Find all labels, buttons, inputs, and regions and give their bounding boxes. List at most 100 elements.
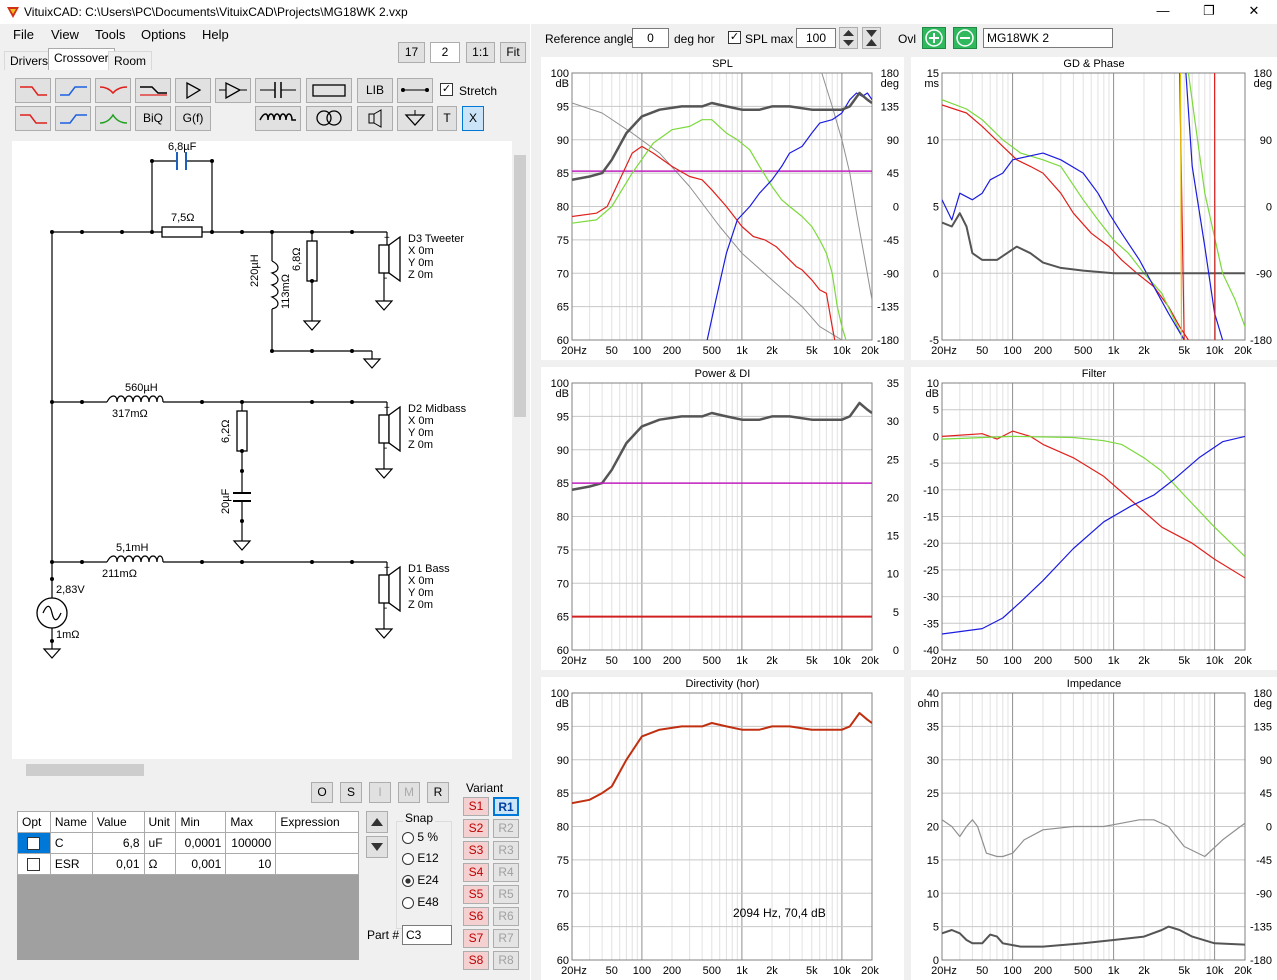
menu-options[interactable]: Options [141,27,186,42]
shelf-icon[interactable] [135,78,171,103]
spl-chart[interactable]: SPL 100 95 90 85 80 75 70 65 60 dB 180 135 90 45 0 -45 -9… [541,57,904,360]
minimize-button[interactable]: — [1140,0,1186,24]
inductor-icon[interactable] [255,106,301,131]
transformer-icon[interactable] [306,106,352,131]
schematic-vertical-scrollbar[interactable] [512,141,528,761]
lowpass-icon[interactable] [15,78,51,103]
name-cell[interactable]: ESR [49,853,93,875]
driver-icon[interactable] [357,106,393,131]
variant-s5-button[interactable]: S5 [463,885,489,904]
snap-e12-radio[interactable]: E12 [402,851,439,865]
menu-file[interactable]: File [13,27,34,42]
opt-checkbox[interactable] [17,832,51,854]
ground-icon[interactable] [397,106,433,131]
dir-xtick: 2k [766,965,778,977]
wire-icon[interactable] [397,78,433,103]
variant-s3-button[interactable]: S3 [463,841,489,860]
x-button[interactable]: X [462,106,484,131]
text-button[interactable]: T [437,106,457,131]
part-number-input[interactable]: C3 [402,925,452,945]
add-overlay-icon[interactable] [922,27,946,49]
variant-s4-button[interactable]: S4 [463,863,489,882]
variant-r1-button[interactable]: R1 [493,797,519,816]
i-button[interactable]: I [369,782,391,803]
s-button[interactable]: S [340,782,362,803]
menu-view[interactable]: View [51,27,79,42]
spl-max-stepper-icon[interactable] [839,27,858,49]
dir-chart[interactable]: Directivity (hor) 100 95 90 85 80 75 70 65 60 dB 20… [541,677,904,980]
capacitor-icon[interactable] [255,78,301,103]
library-button[interactable]: LIB [357,78,393,103]
overlay-name-input[interactable]: MG18WK 2 [983,28,1113,48]
tab-room[interactable]: Room [108,51,153,70]
pdi-chart[interactable]: Power & DI 100 95 90 85 80 75 70 65 60 dB 35 30 25 20 1… [541,367,904,670]
imp-chart[interactable]: Impedance 40 35 30 25 20 15 10 5 0 ohm 180 135 90 45 0-… [911,677,1277,980]
opt-checkbox[interactable] [17,853,51,875]
bandstop-icon[interactable] [95,78,131,103]
zoom-one-button[interactable]: 1:1 [466,42,495,63]
variant-s8-button[interactable]: S8 [463,951,489,970]
schematic-horizontal-scrollbar[interactable] [12,762,514,778]
variant-r4-button[interactable]: R4 [493,863,519,882]
snap-5pct-radio[interactable]: 5 % [402,830,438,844]
value-cell[interactable]: 6,8 [91,832,145,854]
variant-r3-button[interactable]: R3 [493,841,519,860]
variant-r5-button[interactable]: R5 [493,885,519,904]
spl-max-input[interactable]: 100 [796,28,836,48]
min-cell[interactable]: 0,001 [175,853,227,875]
gd-chart[interactable]: GD & Phase 15 10 5 0 -5 ms 180 90 0 -90 -180 deg 20Hz… [911,57,1277,360]
tab-drivers[interactable]: Drivers [4,51,54,70]
vscroll-thumb[interactable] [514,155,526,417]
buffer-icon[interactable] [175,78,211,103]
value-cell[interactable]: 0,01 [91,853,145,875]
expression-cell[interactable] [275,832,359,854]
variant-s1-button[interactable]: S1 [463,797,489,816]
spl-max-checkbox[interactable]: ✓ [728,31,741,44]
gf-button[interactable]: G(f) [175,106,211,131]
stretch-checkbox[interactable]: ✓ [440,83,453,96]
snap-e48-radio[interactable]: E48 [402,895,439,909]
max-cell[interactable]: 100000 [225,832,277,854]
biquad-button[interactable]: BiQ [135,106,171,131]
variant-r7-button[interactable]: R7 [493,929,519,948]
variant-r2-button[interactable]: R2 [493,819,519,838]
hscroll-thumb[interactable] [26,764,144,776]
lowpass2-icon[interactable] [15,106,51,131]
zoom-fit-button[interactable]: Fit [500,42,526,63]
variant-s6-button[interactable]: S6 [463,907,489,926]
opamp-icon[interactable] [215,78,251,103]
min-cell[interactable]: 0,0001 [175,832,227,854]
schematic-canvas[interactable]: 6,8µF 7,5Ω 220µH 113mΩ 6,8Ω D3 Tweeter X… [12,141,514,759]
highpass2-icon[interactable] [55,106,91,131]
move-up-button[interactable] [366,811,388,833]
zoom-step-field[interactable]: 2 [430,42,460,63]
max-cell[interactable]: 10 [225,853,277,875]
variant-r8-button[interactable]: R8 [493,951,519,970]
remove-overlay-icon[interactable] [953,27,977,49]
menu-help[interactable]: Help [202,27,229,42]
menu-tools[interactable]: Tools [95,27,125,42]
expression-cell[interactable] [275,853,359,875]
table-row[interactable]: ESR 0,01 Ω 0,001 10 [17,853,359,875]
filter-chart[interactable]: Filter 10 5 0 -5 -10 -15 -20 -25 -30 -35 -40 dB 20Hz 5… [911,367,1277,670]
name-cell[interactable]: C [49,832,93,854]
maximize-button[interactable]: ❐ [1186,0,1232,24]
o-button[interactable]: O [311,782,333,803]
snap-e24-radio[interactable]: E24 [402,873,439,887]
variant-s7-button[interactable]: S7 [463,929,489,948]
variant-r6-button[interactable]: R6 [493,907,519,926]
zoom-value-field[interactable]: 17 [398,42,425,63]
move-down-button[interactable] [366,836,388,858]
tab-crossover[interactable]: Crossover [48,48,115,70]
table-row[interactable]: C 6,8 uF 0,0001 100000 [17,832,359,854]
close-button[interactable]: ✕ [1231,0,1277,24]
bandpass-icon[interactable] [95,106,131,131]
r-button[interactable]: R [427,782,449,803]
highpass-icon[interactable] [55,78,91,103]
variant-s2-button[interactable]: S2 [463,819,489,838]
r3-label: 6,2Ω [220,419,232,443]
resistor-icon[interactable] [306,78,352,103]
reference-angle-input[interactable]: 0 [632,28,669,48]
spl-auto-icon[interactable] [862,27,881,49]
m-button[interactable]: M [398,782,420,803]
